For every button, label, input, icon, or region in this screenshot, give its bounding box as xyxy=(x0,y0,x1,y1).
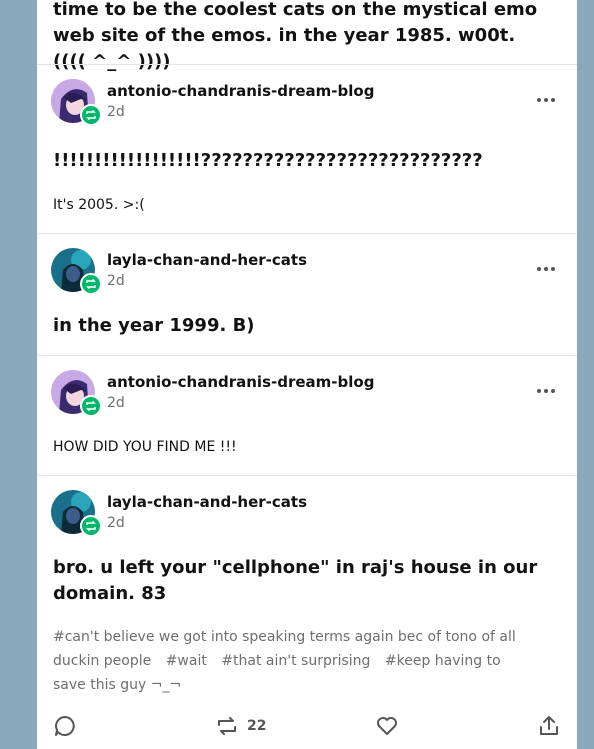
tag-list: #can't believe we got into speaking term… xyxy=(53,625,533,697)
share-icon xyxy=(540,716,558,735)
heart-icon xyxy=(377,717,397,735)
entry-title: bro. u left your "cellphone" in raj's ho… xyxy=(53,557,538,604)
entry-title: in the year 1999. B) xyxy=(53,315,255,336)
share-button[interactable] xyxy=(537,714,561,738)
tag[interactable]: #wait xyxy=(166,653,207,669)
entry-text: HOW DID YOU FIND ME !!! xyxy=(53,439,237,455)
reblog-badge-icon xyxy=(80,395,102,417)
reblog-badge-icon xyxy=(80,273,102,295)
timestamp[interactable]: 2d xyxy=(107,104,125,120)
entry-title: !!!!!!!!!!!!!!!!!!??????????????????????… xyxy=(53,150,483,171)
like-button[interactable] xyxy=(375,714,399,738)
entry-text: It's 2005. >:( xyxy=(53,197,145,213)
reblog-icon xyxy=(218,717,236,735)
more-options-icon[interactable] xyxy=(537,265,557,273)
more-options-icon[interactable] xyxy=(537,387,557,395)
reply-icon xyxy=(55,716,75,736)
tag[interactable]: #that ain't surprising xyxy=(221,653,370,669)
divider xyxy=(37,475,577,476)
divider xyxy=(37,64,577,65)
timestamp[interactable]: 2d xyxy=(107,273,125,289)
username[interactable]: antonio-chandranis-dream-blog xyxy=(107,373,374,391)
more-options-icon[interactable] xyxy=(537,96,557,104)
reply-button[interactable] xyxy=(53,714,77,738)
post-card: time to be the coolest cats on the mysti… xyxy=(37,0,577,749)
divider xyxy=(37,233,577,234)
reblog-button[interactable]: 22 xyxy=(215,714,266,738)
reblog-count: 22 xyxy=(247,718,267,734)
timestamp[interactable]: 2d xyxy=(107,395,125,411)
divider xyxy=(37,355,577,356)
username[interactable]: layla-chan-and-her-cats xyxy=(107,251,307,269)
timestamp[interactable]: 2d xyxy=(107,515,125,531)
username[interactable]: antonio-chandranis-dream-blog xyxy=(107,82,374,100)
reblog-badge-icon xyxy=(80,515,102,537)
username[interactable]: layla-chan-and-her-cats xyxy=(107,493,307,511)
reblog-badge-icon xyxy=(80,104,102,126)
